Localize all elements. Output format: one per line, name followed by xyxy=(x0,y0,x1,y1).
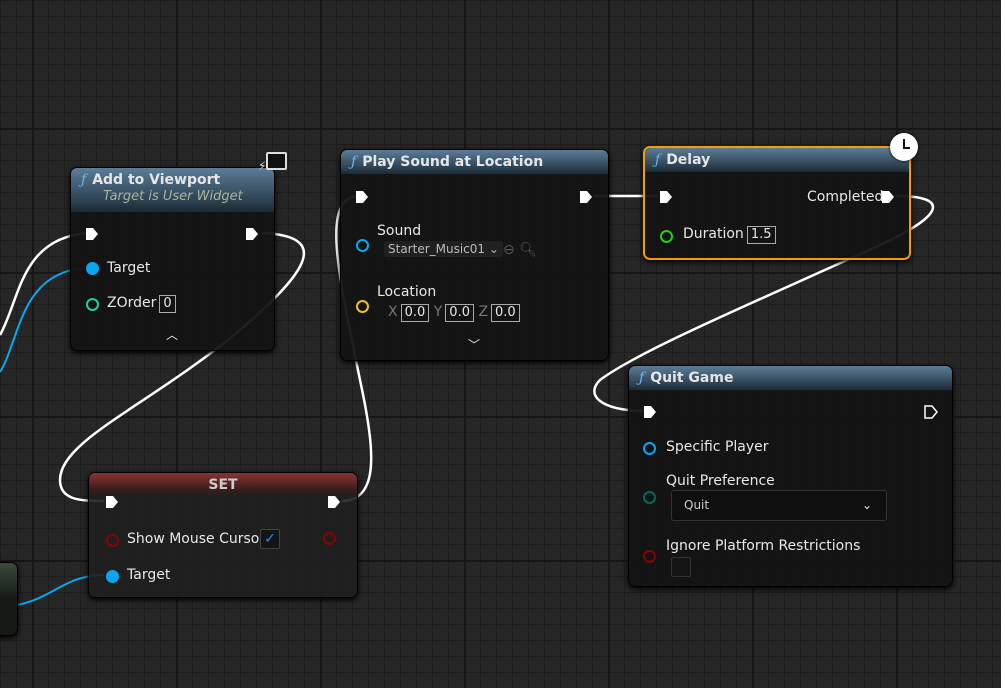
duration-input[interactable]: 1.5 xyxy=(746,226,776,244)
collapse-chevron-up-icon[interactable]: ︿ xyxy=(166,326,178,343)
target-pin[interactable] xyxy=(106,570,119,583)
exec-in-pin[interactable] xyxy=(85,227,99,241)
x-label: X xyxy=(388,304,398,320)
sound-pin[interactable] xyxy=(356,239,369,252)
z-label: Z xyxy=(478,304,489,320)
ignore-platform-checkbox[interactable] xyxy=(671,557,691,577)
specific-player-pin[interactable] xyxy=(643,442,656,455)
location-y-input[interactable]: 0.0 xyxy=(445,304,474,322)
node-title: Quit Game xyxy=(650,370,734,386)
chevron-down-icon: ⌄ xyxy=(861,498,872,512)
sound-label: Sound xyxy=(377,223,422,239)
duration-pin[interactable] xyxy=(660,230,673,243)
exec-in-pin[interactable] xyxy=(355,190,369,204)
sound-asset-dropdown[interactable]: Starter_Music01 ⌄ xyxy=(384,241,503,257)
function-icon: ƒ xyxy=(639,370,645,386)
duration-label: Duration xyxy=(683,226,744,242)
location-label: Location xyxy=(377,284,437,300)
show-mouse-cursor-pin[interactable] xyxy=(106,534,119,547)
set-node[interactable]: SET Show Mouse Cursor ✓ Target xyxy=(88,472,358,598)
partial-node[interactable] xyxy=(0,562,18,636)
location-x-input[interactable]: 0.0 xyxy=(400,304,430,322)
latent-clock-icon xyxy=(890,133,918,161)
location-z-input[interactable]: 0.0 xyxy=(491,304,520,322)
use-selected-arrow-icon[interactable]: ⊖ xyxy=(503,242,515,258)
add-to-viewport-node[interactable]: ƒ Add to Viewport Target is User Widget T… xyxy=(70,167,275,351)
exec-in-pin[interactable] xyxy=(105,495,119,509)
ignore-platform-pin[interactable] xyxy=(643,550,656,563)
show-mouse-cursor-checkbox[interactable]: ✓ xyxy=(260,529,280,549)
node-title: Add to Viewport xyxy=(92,172,221,188)
ignore-platform-label: Ignore Platform Restrictions xyxy=(666,538,861,554)
exec-in-pin[interactable] xyxy=(659,190,673,204)
zorder-pin[interactable] xyxy=(86,298,99,311)
exec-out-pin[interactable] xyxy=(327,495,341,509)
exec-out-pin[interactable] xyxy=(924,405,938,419)
exec-out-pin[interactable] xyxy=(579,190,593,204)
play-sound-at-location-node[interactable]: ƒ Play Sound at Location Sound Starter_Mu… xyxy=(340,149,609,361)
completed-label: Completed xyxy=(807,189,884,205)
completed-exec-pin[interactable] xyxy=(881,190,895,204)
zorder-label: ZOrder xyxy=(107,295,157,311)
zorder-input[interactable]: 0 xyxy=(159,295,176,313)
quit-preference-dropdown[interactable]: Quit ⌄ xyxy=(671,490,887,521)
exec-in-pin[interactable] xyxy=(643,405,657,419)
quit-preference-label: Quit Preference xyxy=(666,473,775,489)
function-icon: ƒ xyxy=(81,172,87,188)
y-label: Y xyxy=(433,304,443,320)
node-title: Play Sound at Location xyxy=(362,154,544,170)
quit-preference-pin[interactable] xyxy=(643,491,656,504)
show-mouse-cursor-label: Show Mouse Cursor xyxy=(127,531,266,547)
function-icon: ƒ xyxy=(655,152,661,168)
exec-out-pin[interactable] xyxy=(245,227,259,241)
specific-player-label: Specific Player xyxy=(666,439,769,455)
delay-node[interactable]: ƒ Delay Completed Duration 1.5 xyxy=(643,146,911,260)
function-icon: ƒ xyxy=(351,154,357,170)
target-label: Target xyxy=(127,567,171,583)
browse-search-icon[interactable]: 🔍︎ xyxy=(519,242,537,258)
quit-game-node[interactable]: ƒ Quit Game Specific Player Quit Preferen… xyxy=(628,365,953,587)
node-title: SET xyxy=(89,473,357,497)
target-label: Target xyxy=(107,260,151,276)
node-title: Delay xyxy=(666,152,711,168)
location-pin[interactable] xyxy=(356,300,369,313)
expand-chevron-down-icon[interactable]: ﹀ xyxy=(468,336,480,353)
widget-monitor-icon: ⚡ xyxy=(258,152,288,175)
node-subtitle: Target is User Widget xyxy=(103,189,243,204)
chevron-down-icon: ⌄ xyxy=(488,242,499,256)
target-pin[interactable] xyxy=(86,262,99,275)
blueprint-graph[interactable]: ƒ Add to Viewport Target is User Widget T… xyxy=(0,0,1001,688)
show-mouse-cursor-out-pin[interactable] xyxy=(323,532,336,545)
